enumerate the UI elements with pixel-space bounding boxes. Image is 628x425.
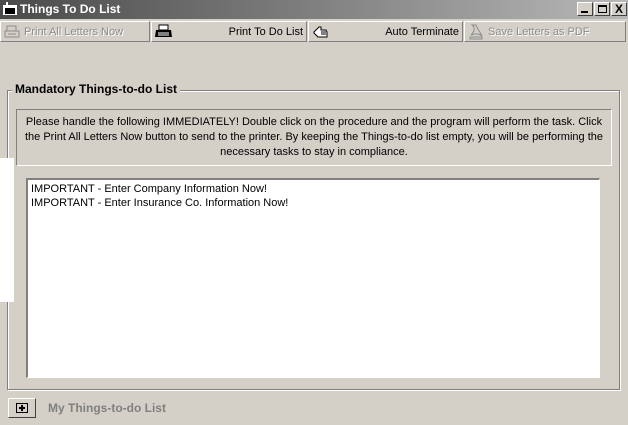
auto-terminate-label: Auto Terminate: [385, 25, 459, 38]
app-window-icon[interactable]: [2, 2, 18, 16]
auto-terminate-button[interactable]: Auto Terminate: [308, 21, 463, 42]
hand-pointer-icon: [313, 26, 328, 38]
expand-my-list-button[interactable]: [8, 398, 36, 418]
maximize-button[interactable]: [594, 2, 610, 16]
print-to-do-list-label: Print To Do List: [228, 25, 303, 38]
print-all-letters-button[interactable]: Print All Letters Now: [0, 21, 150, 42]
printer-icon: [4, 25, 20, 37]
mandatory-group-title: Mandatory Things-to-do List: [12, 81, 180, 97]
close-icon: X: [614, 2, 623, 16]
left-edge-strip: [0, 158, 14, 302]
title-bar[interactable]: Things To Do List X: [0, 0, 628, 19]
mandatory-todo-list[interactable]: IMPORTANT - Enter Company Information No…: [26, 178, 600, 378]
print-all-letters-label: Print All Letters Now: [24, 25, 124, 38]
instructions-text: Please handle the following IMMEDIATELY!…: [16, 109, 612, 166]
pdf-document-icon: [469, 24, 483, 39]
things-to-do-window: Things To Do List X Print All Letters No…: [0, 0, 628, 425]
window-title: Things To Do List: [20, 2, 121, 16]
print-to-do-list-button[interactable]: Print To Do List: [151, 21, 307, 42]
printer-icon: [155, 24, 172, 37]
save-letters-pdf-button[interactable]: Save Letters as PDF: [464, 21, 626, 42]
minimize-button[interactable]: [577, 2, 593, 16]
my-things-to-do-label[interactable]: My Things-to-do List: [48, 400, 166, 416]
close-button[interactable]: X: [611, 2, 627, 16]
todo-list-item[interactable]: IMPORTANT - Enter Insurance Co. Informat…: [31, 196, 596, 210]
toolbar: Print All Letters Now Print To Do List A…: [0, 19, 628, 44]
todo-list-item[interactable]: IMPORTANT - Enter Company Information No…: [31, 182, 596, 196]
minimize-icon: [581, 11, 588, 13]
expand-plus-icon: [16, 403, 28, 413]
maximize-icon: [598, 5, 607, 13]
save-letters-pdf-label: Save Letters as PDF: [488, 25, 590, 38]
